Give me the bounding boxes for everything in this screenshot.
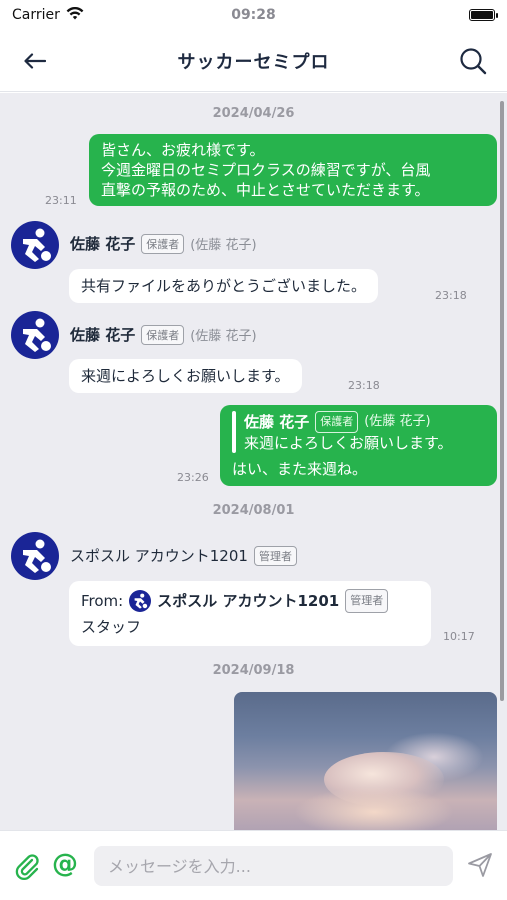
nav-bar: サッカーセミプロ bbox=[0, 30, 507, 92]
role-badge: 保護者 bbox=[141, 233, 185, 254]
sender-name: スポスル アカウント1201 bbox=[70, 547, 248, 565]
soccer-player-icon bbox=[23, 318, 51, 352]
chat-area[interactable]: 2024/04/26 23:11 皆さん、お疲れ様です。 今週金曜日のセミプロク… bbox=[0, 93, 507, 830]
back-arrow-icon bbox=[24, 53, 46, 69]
quote-text: 来週によろしくお願いします。 bbox=[244, 434, 453, 452]
sender-info: 佐藤 花子 保護者 (佐藤 花子) bbox=[70, 233, 257, 254]
status-left: Carrier bbox=[12, 6, 84, 24]
sender-info: 佐藤 花子 保護者 (佐藤 花子) bbox=[70, 324, 257, 345]
attach-button[interactable] bbox=[12, 851, 42, 881]
message-time: 23:18 bbox=[348, 379, 380, 392]
message-time: 23:26 bbox=[177, 471, 209, 484]
soccer-player-icon bbox=[134, 593, 148, 609]
outgoing-reply-message[interactable]: 佐藤 花子 保護者 (佐藤 花子) 来週によろしくお願いします。 はい、また来週… bbox=[220, 405, 497, 486]
incoming-message[interactable]: 来週によろしくお願いします。 bbox=[69, 359, 302, 393]
quote-role-badge: 保護者 bbox=[315, 411, 359, 433]
page-title: サッカーセミプロ bbox=[177, 51, 330, 73]
avatar[interactable] bbox=[11, 532, 59, 580]
from-role-badge: 管理者 bbox=[345, 589, 389, 613]
soccer-player-icon bbox=[23, 539, 51, 573]
message-text: スタッフ bbox=[81, 618, 142, 636]
message-text: 来週によろしくお願いします。 bbox=[81, 367, 290, 385]
role-badge: 保護者 bbox=[141, 324, 185, 345]
message-time: 23:11 bbox=[45, 194, 77, 207]
message-time: 23:18 bbox=[435, 289, 467, 302]
sender-name: 佐藤 花子 bbox=[70, 326, 136, 344]
date-separator: 2024/08/01 bbox=[212, 503, 295, 518]
message-text: 直撃の予報のため、中止とさせていただきます。 bbox=[101, 181, 430, 199]
date-separator: 2024/04/26 bbox=[212, 106, 295, 121]
quote-sender-name: 佐藤 花子 bbox=[244, 413, 310, 431]
sender-subname: (佐藤 花子) bbox=[190, 329, 257, 344]
message-text: 皆さん、お疲れ様です。 bbox=[101, 141, 265, 159]
battery-icon bbox=[469, 9, 498, 21]
incoming-forwarded-message[interactable]: From: スポスル アカウント1201 管理者 スタッフ bbox=[69, 581, 431, 646]
avatar[interactable] bbox=[11, 311, 59, 359]
message-time: 10:17 bbox=[443, 630, 475, 643]
incoming-message[interactable]: 共有ファイルをありがとうございました。 bbox=[69, 269, 379, 303]
quote-bar bbox=[232, 411, 236, 453]
mini-avatar bbox=[129, 590, 152, 612]
message-text: 今週金曜日のセミプロクラスの練習ですが、台風 bbox=[101, 161, 431, 179]
from-name: スポスル アカウント1201 bbox=[157, 592, 340, 610]
avatar[interactable] bbox=[11, 221, 59, 269]
from-label: From: bbox=[81, 592, 124, 610]
forwarded-from[interactable]: From: スポスル アカウント1201 管理者 bbox=[81, 589, 419, 613]
send-button[interactable] bbox=[466, 851, 496, 881]
date-separator: 2024/09/18 bbox=[212, 663, 295, 678]
search-button[interactable] bbox=[457, 45, 489, 77]
carrier-label: Carrier bbox=[12, 7, 60, 23]
message-input[interactable] bbox=[94, 846, 453, 886]
mention-button[interactable]: @ bbox=[52, 849, 78, 879]
image-message[interactable] bbox=[234, 692, 497, 830]
sender-subname: (佐藤 花子) bbox=[190, 238, 257, 253]
message-text: はい、また来週ね。 bbox=[232, 460, 368, 478]
back-button[interactable] bbox=[20, 47, 50, 75]
quoted-message[interactable]: 佐藤 花子 保護者 (佐藤 花子) 来週によろしくお願いします。 bbox=[232, 411, 485, 453]
wifi-icon bbox=[66, 6, 84, 24]
soccer-player-icon bbox=[23, 228, 51, 262]
message-input-bar: @ bbox=[0, 830, 507, 900]
paperclip-icon bbox=[15, 854, 39, 881]
status-bar: Carrier 09:28 bbox=[0, 0, 507, 30]
sender-info: スポスル アカウント1201 管理者 bbox=[70, 545, 297, 566]
role-badge: 管理者 bbox=[253, 545, 297, 566]
message-text: 共有ファイルをありがとうございました。 bbox=[81, 277, 367, 295]
quote-sender-subname: (佐藤 花子) bbox=[364, 414, 431, 429]
outgoing-message[interactable]: 皆さん、お疲れ様です。 今週金曜日のセミプロクラスの練習ですが、台風 直撃の予報… bbox=[89, 134, 497, 206]
send-icon bbox=[468, 853, 492, 877]
scrollbar[interactable] bbox=[500, 101, 504, 701]
quote-header: 佐藤 花子 保護者 (佐藤 花子) bbox=[244, 411, 453, 433]
search-icon bbox=[460, 48, 487, 75]
sender-name: 佐藤 花子 bbox=[70, 235, 136, 253]
